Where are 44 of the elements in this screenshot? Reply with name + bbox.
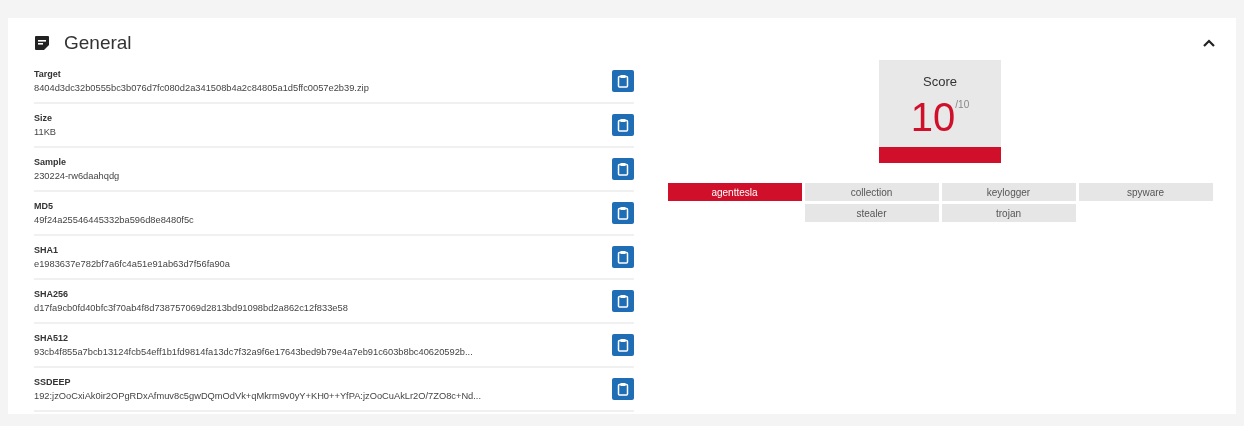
field-label: MD5 — [34, 201, 53, 211]
copy-button[interactable] — [612, 334, 634, 356]
copy-button[interactable] — [612, 202, 634, 224]
field-value: 93cb4f855a7bcb13124fcb54eff1b1fd9814fa13dc7f32a9f6e17643bed9b79e4a7eb91c603b8bc40620592b... — [34, 347, 473, 357]
tag: agenttesla — [667, 183, 802, 201]
clipboard-icon — [617, 118, 629, 132]
field-label: Size — [34, 113, 52, 123]
clipboard-icon — [617, 250, 629, 264]
tag: stealer — [804, 204, 939, 222]
tag: trojan — [941, 204, 1076, 222]
field-value: 192:jzOoCxiAk0ir2OPgRDxAfmuv8c5gwDQmOdVk+qMkrm9v0yY+KH0++YfPA:jzOoCuAkLr2O/7ZO8c+Nd... — [34, 391, 482, 401]
note-icon — [34, 35, 50, 51]
field-value: 49f24a25546445332ba596d8e8480f5c — [34, 215, 194, 225]
copy-button[interactable] — [612, 158, 634, 180]
clipboard-icon — [617, 162, 629, 176]
field-value: 8404d3dc32b0555bc3b076d7fc080d2a341508b4a2c84805a1d5ffc0057e2b39.zip — [34, 83, 369, 93]
clipboard-icon — [617, 294, 629, 308]
copy-button[interactable] — [612, 70, 634, 92]
copy-button[interactable] — [612, 378, 634, 400]
score-value: 10 — [910, 97, 956, 137]
score-max: /10 — [955, 99, 970, 110]
section-title: General — [64, 32, 133, 54]
tag: spyware — [1078, 183, 1213, 201]
clipboard-icon — [617, 382, 629, 396]
clipboard-icon — [617, 338, 629, 352]
clipboard-icon — [617, 74, 629, 88]
field-label: SHA1 — [34, 245, 58, 255]
field-label: Sample — [34, 157, 66, 167]
field-label: Target — [34, 69, 61, 79]
field-value: 230224-rw6daahqdg — [34, 171, 120, 181]
copy-button[interactable] — [612, 246, 634, 268]
field-value: 11KB — [34, 127, 57, 137]
field-label: SSDEEP — [34, 377, 71, 387]
field-label: SHA256 — [34, 289, 69, 299]
copy-button[interactable] — [612, 114, 634, 136]
field-label: SHA512 — [34, 333, 69, 343]
clipboard-icon — [617, 206, 629, 220]
copy-button[interactable] — [612, 290, 634, 312]
score-label: Score — [923, 74, 957, 89]
tag: collection — [804, 183, 939, 201]
collapse-chevron-icon[interactable] — [1202, 38, 1216, 48]
field-value: d17fa9cb0fd40bfc3f70ab4f8d738757069d2813bd91098bd2a862c12f833e58 — [34, 303, 348, 313]
tag: keylogger — [941, 183, 1076, 201]
field-value: e1983637e782bf7a6fc4a51e91ab63d7f56fa90a — [34, 259, 230, 269]
